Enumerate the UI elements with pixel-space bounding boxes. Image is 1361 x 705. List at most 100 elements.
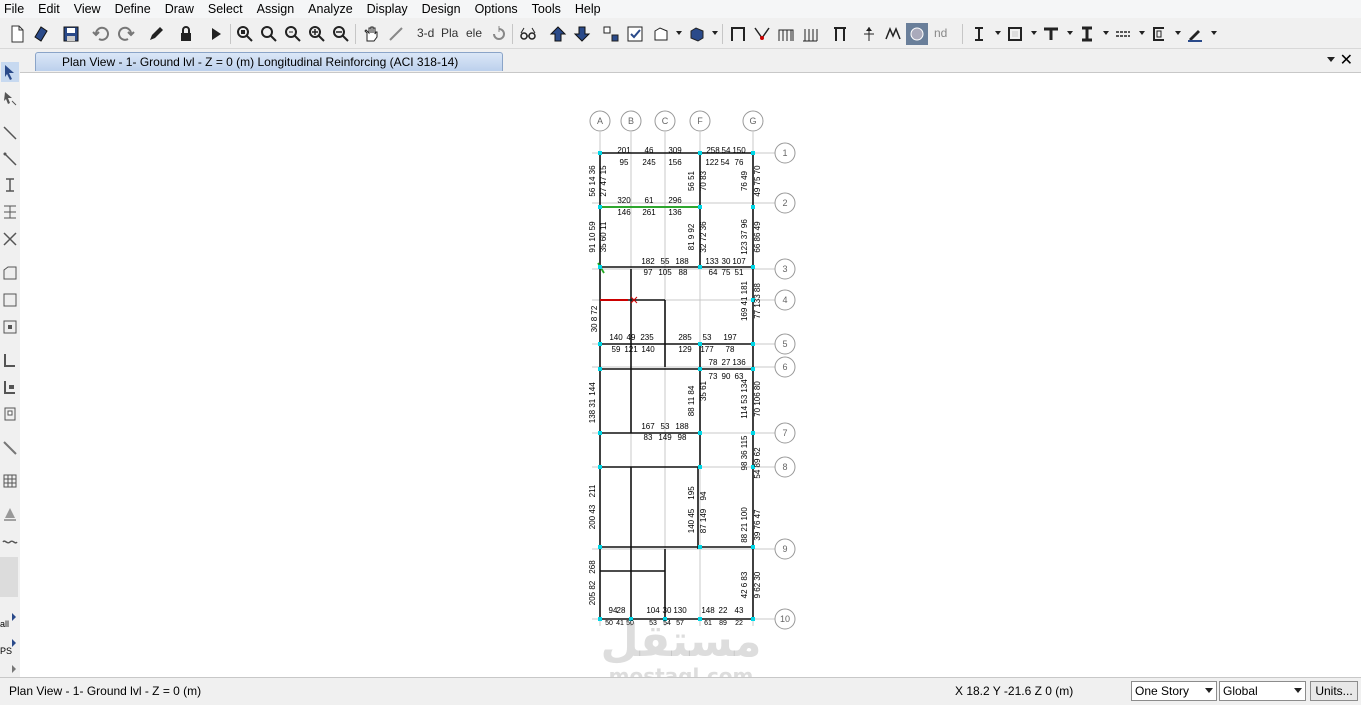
draw-floor-icon[interactable] [1, 263, 19, 283]
support-marker-4 [598, 205, 602, 209]
save-icon[interactable] [60, 23, 82, 45]
plan-view-tab[interactable]: Plan View - 1- Ground lvl - Z = 0 (m) Lo… [35, 52, 503, 71]
snap-all-label[interactable]: all [0, 619, 9, 629]
node-view-icon[interactable] [858, 23, 880, 45]
support-marker-7 [598, 265, 602, 269]
pan-icon[interactable] [360, 23, 382, 45]
section-double-icon[interactable] [1112, 23, 1134, 45]
section-i-icon[interactable] [968, 23, 990, 45]
menu-define[interactable]: Define [109, 0, 159, 18]
left-toolbar-scroll-region[interactable] [0, 557, 18, 597]
wall-view-icon[interactable] [775, 23, 797, 45]
svg-text:G: G [749, 116, 756, 126]
menu-analyze[interactable]: Analyze [302, 0, 360, 18]
draw-rect-floor-icon[interactable] [1, 290, 19, 310]
set-display-options-icon[interactable] [624, 23, 646, 45]
section-box-icon[interactable] [1004, 23, 1026, 45]
object-shrink-icon[interactable] [600, 23, 622, 45]
frame-view-icon[interactable] [727, 23, 749, 45]
strip8-value-5: 149 [658, 433, 672, 442]
snap-ps-label[interactable]: PS [0, 646, 12, 656]
plan-view-button[interactable]: Pla [441, 26, 458, 40]
menu-edit[interactable]: Edit [32, 0, 68, 18]
support-marker-5 [698, 205, 702, 209]
node-labels-button[interactable]: nd [934, 26, 947, 40]
close-view-icon[interactable]: ✕ [1340, 52, 1353, 70]
section-c-icon[interactable] [1148, 23, 1170, 45]
building-view-icon[interactable] [650, 23, 672, 45]
redo-icon[interactable] [115, 23, 137, 45]
three-d-view-button[interactable]: 3-d [417, 26, 434, 40]
pencil-icon[interactable] [145, 23, 167, 45]
draw-link-icon[interactable] [1, 229, 19, 249]
new-file-icon[interactable] [6, 23, 28, 45]
draw-strip-icon[interactable] [1, 532, 19, 552]
run-analysis-icon[interactable] [205, 23, 227, 45]
menu-help[interactable]: Help [569, 0, 609, 18]
story-select[interactable]: One Story [1131, 681, 1217, 701]
zoom-in-icon[interactable] [306, 23, 328, 45]
menu-tools[interactable]: Tools [526, 0, 569, 18]
menu-design[interactable]: Design [416, 0, 469, 18]
strip1-value-5: 54 [721, 158, 730, 167]
zoom-out-icon[interactable] [330, 23, 352, 45]
perspective-toggle-icon[interactable] [517, 23, 539, 45]
units-button[interactable]: Units... [1310, 681, 1358, 701]
draw-wall-icon[interactable] [1, 350, 19, 370]
draw-dimension-icon[interactable] [1, 438, 19, 458]
tab-list-chevron-down-icon[interactable] [1327, 57, 1335, 62]
section-channel-icon[interactable] [1076, 23, 1098, 45]
vertical-mid-6: 88 11 84 [687, 385, 696, 416]
bottom-value-5: 54 [663, 620, 671, 627]
menu-draw[interactable]: Draw [159, 0, 202, 18]
reshape-icon[interactable] [1, 89, 19, 109]
grid-bubble-B: B [620, 110, 642, 132]
snap-grid-icon[interactable] [1, 659, 19, 679]
draw-column-icon[interactable] [1, 149, 19, 169]
brace-view-icon[interactable] [751, 23, 773, 45]
coord-system-select[interactable]: Global [1219, 681, 1306, 701]
draw-tendon-icon[interactable] [1, 504, 19, 524]
menu-select[interactable]: Select [202, 0, 251, 18]
support-marker-15 [698, 367, 702, 371]
grid-bubble-5: 5 [774, 333, 796, 355]
column-view-icon[interactable] [829, 23, 851, 45]
draw-brace-icon[interactable] [1, 175, 19, 195]
support-marker-2 [698, 151, 702, 155]
menu-display[interactable]: Display [361, 0, 416, 18]
bottom-value-8: 89 [719, 620, 727, 627]
menu-view[interactable]: View [68, 0, 109, 18]
rotate-view-icon[interactable] [488, 23, 510, 45]
structural-plan-drawing[interactable]: A B C F G12345678910 201 46 309 258 54 15095 245 15… [20, 73, 1361, 677]
draw-opening-icon[interactable] [1, 404, 19, 424]
draw-grid-icon[interactable] [1, 471, 19, 491]
lock-icon[interactable] [175, 23, 197, 45]
paint-color-icon[interactable] [1184, 23, 1206, 45]
zoom-previous-icon[interactable] [282, 23, 304, 45]
pointer-select-icon[interactable] [1, 62, 19, 82]
undo-icon[interactable] [90, 23, 112, 45]
shaded-view-icon[interactable] [906, 23, 928, 45]
pier-view-icon[interactable] [799, 23, 821, 45]
extrude-view-icon[interactable] [686, 23, 708, 45]
vertical-right-4: 123 37 96 [740, 219, 749, 255]
elevation-view-button[interactable]: ele [466, 26, 482, 40]
zoom-extents-icon[interactable] [258, 23, 280, 45]
link-view-icon[interactable] [882, 23, 904, 45]
section-tee-icon[interactable] [1040, 23, 1062, 45]
move-up-icon[interactable] [547, 23, 569, 45]
quick-draw-floor-icon[interactable] [1, 317, 19, 337]
zoom-window-icon[interactable] [234, 23, 256, 45]
move-down-icon[interactable] [571, 23, 593, 45]
menu-options[interactable]: Options [469, 0, 526, 18]
quick-draw-wall-icon[interactable] [1, 377, 19, 397]
menu-file[interactable]: File [0, 0, 32, 18]
measure-icon[interactable] [385, 23, 407, 45]
draw-secondary-beam-icon[interactable] [1, 202, 19, 222]
top-value-4: 258 [706, 146, 720, 155]
draw-beam-icon[interactable] [1, 123, 19, 143]
plan-view-canvas[interactable]: A B C F G 1 2 3 4 5 6 7 8 9 10 201 46 309 258 54 150 95 245 15… [20, 72, 1361, 677]
menu-assign[interactable]: Assign [251, 0, 303, 18]
svg-text:3: 3 [782, 264, 787, 274]
open-file-icon[interactable] [30, 23, 52, 45]
